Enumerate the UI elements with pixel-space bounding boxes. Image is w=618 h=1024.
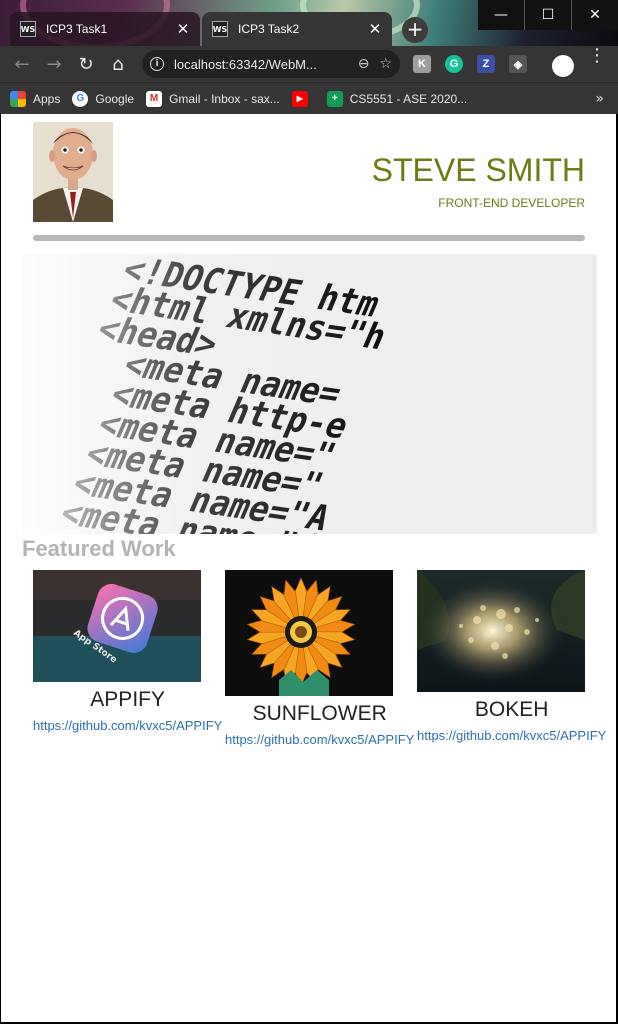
gmail-icon: M — [146, 90, 163, 107]
more-bookmarks-icon[interactable]: » — [595, 91, 604, 107]
bokeh-light — [496, 609, 506, 619]
url-text: localhost:63342/WebM... — [174, 56, 317, 72]
bookmark-label: Apps — [33, 91, 61, 106]
forward-icon[interactable]: → — [38, 48, 70, 80]
developer-name: STEVE SMITH — [371, 152, 585, 188]
sunflower-image — [225, 570, 393, 696]
google-icon: G — [72, 90, 89, 107]
site-header-brand: STEVE SMITH FRONT-END DEVELOPER — [372, 154, 585, 210]
grammarly-icon[interactable]: G — [445, 55, 463, 73]
close-tab-icon[interactable]: ✕ — [176, 20, 190, 38]
project-link[interactable]: https://github.com/kvxc5/APPIFY — [33, 718, 222, 733]
apps-grid-icon — [10, 90, 26, 107]
site-info-icon[interactable]: i — [150, 57, 164, 71]
hero-code-image: <!DOCTYPE htm <html xmlns="h <head> <met… — [21, 254, 597, 534]
bokeh-thumbnail[interactable] — [417, 570, 585, 692]
bokeh-light — [480, 605, 486, 611]
webstorm-icon: WS — [20, 21, 36, 37]
reload-icon[interactable]: ↻ — [70, 48, 102, 80]
close-window-button[interactable]: ✕ — [572, 0, 618, 30]
browser-titlebar: WS ICP3 Task1 ✕ WS ICP3 Task2 ✕ + — ☐ ✕ — [0, 0, 618, 46]
bookmark-label: CS5551 - ASE 2020... — [349, 91, 468, 106]
maximize-button[interactable]: ☐ — [525, 0, 571, 30]
youtube-icon: ▶ — [291, 90, 308, 107]
menu-kebab-icon[interactable]: ⋮ — [588, 47, 606, 65]
sunflower-thumbnail[interactable] — [225, 570, 393, 696]
bookmark-gmail[interactable]: M Gmail - Inbox - sax... — [146, 90, 280, 107]
bookmark-label: Google — [95, 91, 135, 106]
project-card-bokeh: BOKEH https://github.com/kvxc5/APPIFY — [417, 570, 606, 743]
browser-toolbar: ← → ↻ ⌂ i localhost:63342/WebM... ⊖ ☆ K … — [0, 46, 618, 82]
bookmark-google[interactable]: G Google — [72, 90, 135, 107]
tab-label: ICP3 Task2 — [238, 22, 300, 36]
bokeh-image — [417, 570, 585, 692]
bokeh-light — [484, 631, 490, 637]
bokeh-light — [535, 618, 539, 622]
bookmarks-bar: Apps G Google M Gmail - Inbox - sax... ▶… — [0, 82, 618, 114]
bokeh-light — [459, 624, 463, 628]
developer-role: FRONT-END DEVELOPER — [438, 196, 585, 210]
window-controls: — ☐ ✕ — [478, 0, 618, 30]
new-tab-button[interactable]: + — [402, 17, 428, 43]
project-card-sunflower: SUNFLOWER https://github.com/kvxc5/APPIF… — [225, 570, 414, 747]
hero-vignette — [21, 254, 597, 534]
tab-label: ICP3 Task1 — [46, 22, 108, 36]
sheets-icon: + — [326, 90, 343, 107]
web-page: STEVE SMITH FRONT-END DEVELOPER <!DOCTYP… — [1, 114, 616, 1022]
bokeh-light — [524, 629, 530, 635]
close-tab-icon[interactable]: ✕ — [368, 20, 382, 38]
project-title: APPIFY — [90, 688, 165, 711]
bokeh-light — [473, 616, 481, 624]
webstorm-icon: WS — [212, 21, 228, 37]
bookmark-cs5551[interactable]: + CS5551 - ASE 2020... — [326, 90, 468, 107]
address-bar[interactable]: i localhost:63342/WebM... ⊖ ☆ — [142, 50, 400, 78]
bookmark-star-icon[interactable]: ☆ — [379, 56, 392, 72]
project-link[interactable]: https://github.com/kvxc5/APPIFY — [225, 732, 414, 747]
project-link[interactable]: https://github.com/kvxc5/APPIFY — [417, 728, 606, 743]
shield-icon[interactable]: ◈ — [509, 55, 527, 73]
bookmark-apps[interactable]: Apps — [10, 90, 61, 107]
bookmark-label: Gmail - Inbox - sax... — [169, 91, 280, 106]
minimize-button[interactable]: — — [478, 0, 524, 30]
profile-avatar-icon[interactable] — [552, 55, 574, 77]
header-divider — [33, 235, 585, 241]
extension-k-icon[interactable]: K — [413, 55, 431, 73]
project-card-appify: App Store APPIFY https://github.com/kvxc… — [33, 570, 222, 733]
profile-photo-image — [33, 122, 113, 222]
zoom-icon[interactable]: ⊖ — [358, 56, 370, 72]
bokeh-light — [505, 624, 513, 632]
profile-photo — [33, 122, 113, 222]
bookmark-youtube[interactable]: ▶ — [291, 90, 315, 107]
featured-work-heading: Featured Work — [22, 536, 176, 561]
bokeh-light — [491, 642, 499, 650]
bokeh-light — [502, 653, 508, 659]
bokeh-light — [468, 637, 474, 643]
appify-thumbnail[interactable]: App Store — [33, 570, 201, 682]
home-icon[interactable]: ⌂ — [102, 48, 134, 80]
project-title: SUNFLOWER — [252, 702, 387, 725]
tab-icp3-task1[interactable]: WS ICP3 Task1 ✕ — [10, 12, 200, 46]
back-icon[interactable]: ← — [6, 48, 38, 80]
app-store-image: App Store — [33, 570, 201, 682]
project-title: BOKEH — [474, 698, 549, 721]
bokeh-light — [514, 607, 520, 613]
zotero-icon[interactable]: Z — [477, 55, 495, 73]
tab-icp3-task2[interactable]: WS ICP3 Task2 ✕ — [202, 12, 392, 46]
